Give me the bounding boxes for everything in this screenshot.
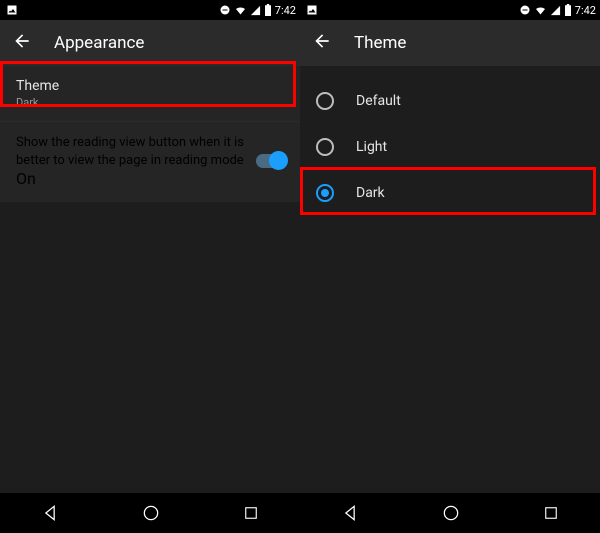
- status-bar: 7:42: [0, 0, 300, 20]
- nav-home-icon[interactable]: [141, 503, 161, 523]
- radio-icon: [316, 184, 334, 202]
- theme-value: Dark: [16, 96, 284, 109]
- radio-icon: [316, 92, 334, 110]
- signal-icon: [550, 5, 561, 16]
- page-title: Appearance: [54, 33, 144, 53]
- theme-screen: 7:42 Theme Default Light Dark: [300, 0, 600, 533]
- image-icon: [306, 4, 318, 16]
- theme-setting-row[interactable]: Theme Dark: [0, 66, 300, 122]
- signal-icon: [250, 5, 261, 16]
- title-bar: Appearance: [0, 20, 300, 66]
- nav-recent-icon[interactable]: [242, 504, 260, 522]
- theme-option-dark[interactable]: Dark: [300, 170, 600, 216]
- title-bar: Theme: [300, 20, 600, 66]
- theme-options-list: Default Light Dark: [300, 66, 600, 493]
- appearance-screen: 7:42 Appearance Theme Dark Show the read…: [0, 0, 300, 533]
- reading-view-value: On: [16, 169, 246, 188]
- radio-icon: [316, 138, 334, 156]
- dnd-icon: [519, 4, 531, 16]
- theme-option-default[interactable]: Default: [300, 78, 600, 124]
- nav-back-icon[interactable]: [340, 503, 360, 523]
- option-label: Light: [356, 139, 387, 155]
- image-icon: [6, 4, 18, 16]
- status-bar: 7:42: [300, 0, 600, 20]
- toggle-knob: [269, 151, 288, 170]
- nav-back-icon[interactable]: [40, 503, 60, 523]
- battery-icon: [264, 4, 272, 16]
- settings-list: Theme Dark Show the reading view button …: [0, 66, 300, 493]
- nav-home-icon[interactable]: [441, 503, 461, 523]
- nav-bar: [300, 493, 600, 533]
- reading-view-setting-row[interactable]: Show the reading view button when it is …: [0, 122, 300, 202]
- nav-recent-icon[interactable]: [542, 504, 560, 522]
- nav-bar: [0, 493, 300, 533]
- back-icon[interactable]: [12, 31, 32, 55]
- battery-icon: [564, 4, 572, 16]
- reading-view-label: Show the reading view button when it is …: [16, 134, 246, 169]
- wifi-icon: [534, 4, 547, 16]
- clock: 7:42: [275, 4, 296, 17]
- clock: 7:42: [575, 4, 596, 17]
- option-label: Default: [356, 93, 401, 109]
- back-icon[interactable]: [312, 31, 332, 55]
- theme-option-light[interactable]: Light: [300, 124, 600, 170]
- dnd-icon: [219, 4, 231, 16]
- theme-label: Theme: [16, 78, 284, 94]
- wifi-icon: [234, 4, 247, 16]
- reading-view-toggle[interactable]: [256, 154, 286, 168]
- page-title: Theme: [354, 33, 406, 53]
- option-label: Dark: [356, 185, 385, 201]
